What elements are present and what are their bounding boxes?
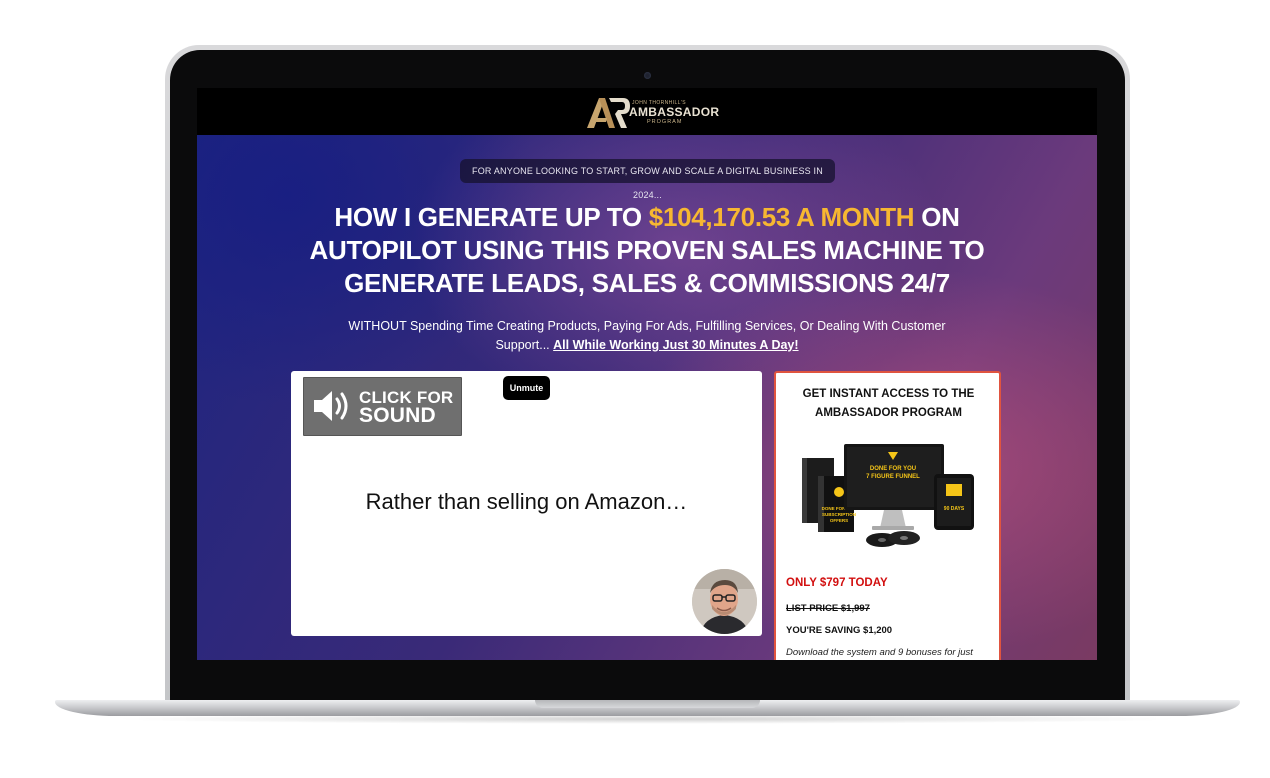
presenter-avatar (692, 569, 757, 634)
laptop-base-notch (535, 700, 760, 708)
headline-part-1: HOW I GENERATE UP TO (334, 202, 649, 232)
logo-subtitle: PROGRAM (647, 119, 683, 125)
logo-wordmark: AMBASSADOR (629, 105, 720, 119)
offer-title: GET INSTANT ACCESS TO THE AMBASSADOR PRO… (802, 388, 975, 419)
product-bundle-image: DONE FOR YOU SUBSCRIPTION OFFERS DONE FO… (802, 444, 974, 547)
main-headline: HOW I GENERATE UP TO $104,170.53 A MONTH… (297, 201, 997, 300)
laptop-screen: JOHN THORNHILL'S AMBASSADOR PROGRAM FOR … (197, 88, 1097, 660)
presenter-face-icon (692, 569, 757, 634)
download-text: Download the system and 9 bonuses for ju… (786, 647, 973, 658)
unmute-button[interactable]: Unmute (503, 376, 550, 400)
audience-pill: FOR ANYONE LOOKING TO START, GROW AND SC… (460, 159, 835, 200)
current-price: ONLY $797 TODAY (786, 577, 888, 589)
ap-logo-icon (587, 98, 630, 128)
ambassador-logo[interactable]: JOHN THORNHILL'S AMBASSADOR PROGRAM (585, 94, 719, 130)
click-for-sound-label: CLICK FOR SOUND (359, 389, 453, 427)
click-for-sound-button[interactable]: CLICK FOR SOUND (303, 377, 462, 436)
speaker-icon (314, 391, 348, 421)
hero-section: FOR ANYONE LOOKING TO START, GROW AND SC… (197, 135, 1097, 660)
box-label-line-3: OFFERS (830, 518, 848, 523)
webcam-icon (644, 72, 651, 79)
tablet-label: 90 DAYS (944, 506, 965, 512)
site-header: JOHN THORNHILL'S AMBASSADOR PROGRAM (197, 88, 1097, 135)
sound-label-line-2: SOUND (359, 404, 436, 427)
video-caption: Rather than selling on Amazon… (365, 489, 688, 514)
list-price: LIST PRICE $1,997 (786, 603, 870, 614)
headline-highlight: $104,170.53 A MONTH (648, 202, 915, 232)
monitor-label-line-2: 7 FIGURE FUNNEL (866, 474, 920, 480)
offer-card: GET INSTANT ACCESS TO THE AMBASSADOR PRO… (774, 371, 1001, 660)
box-label-line-2: SUBSCRIPTION (822, 512, 856, 517)
video-player[interactable]: CLICK FOR SOUND Unmute Rather than selli… (291, 371, 762, 636)
monitor-label-line-1: DONE FOR YOU (870, 466, 916, 472)
subheadline-link[interactable]: All While Working Just 30 Minutes A Day! (553, 338, 798, 352)
subheadline: WITHOUT Spending Time Creating Products,… (347, 317, 947, 355)
savings-amount: YOU'RE SAVING $1,200 (786, 625, 893, 636)
